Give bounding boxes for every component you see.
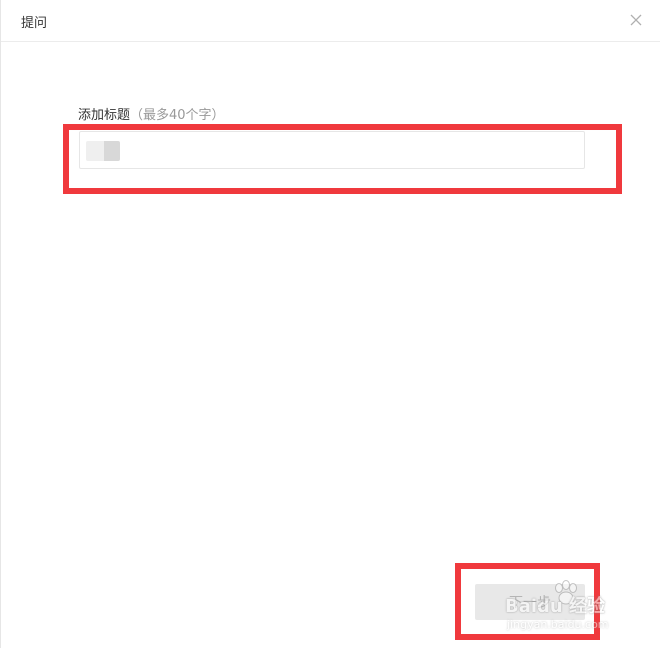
title-length-hint: （最多40个字） [130, 108, 225, 123]
title-label-text: 添加标题 [78, 108, 131, 123]
title-field-label: 添加标题（最多40个字） [78, 104, 225, 123]
dialog-title: 提问 [21, 16, 48, 31]
ask-question-dialog: 提问 添加标题（最多40个字） 下一步 Baidu 经验 jingyan.bai… [0, 0, 660, 648]
close-icon[interactable] [627, 11, 645, 29]
blurred-input-text [86, 141, 120, 161]
title-input[interactable] [79, 131, 585, 169]
next-step-button[interactable]: 下一步 [475, 584, 585, 620]
dialog-header: 提问 [1, 0, 660, 42]
